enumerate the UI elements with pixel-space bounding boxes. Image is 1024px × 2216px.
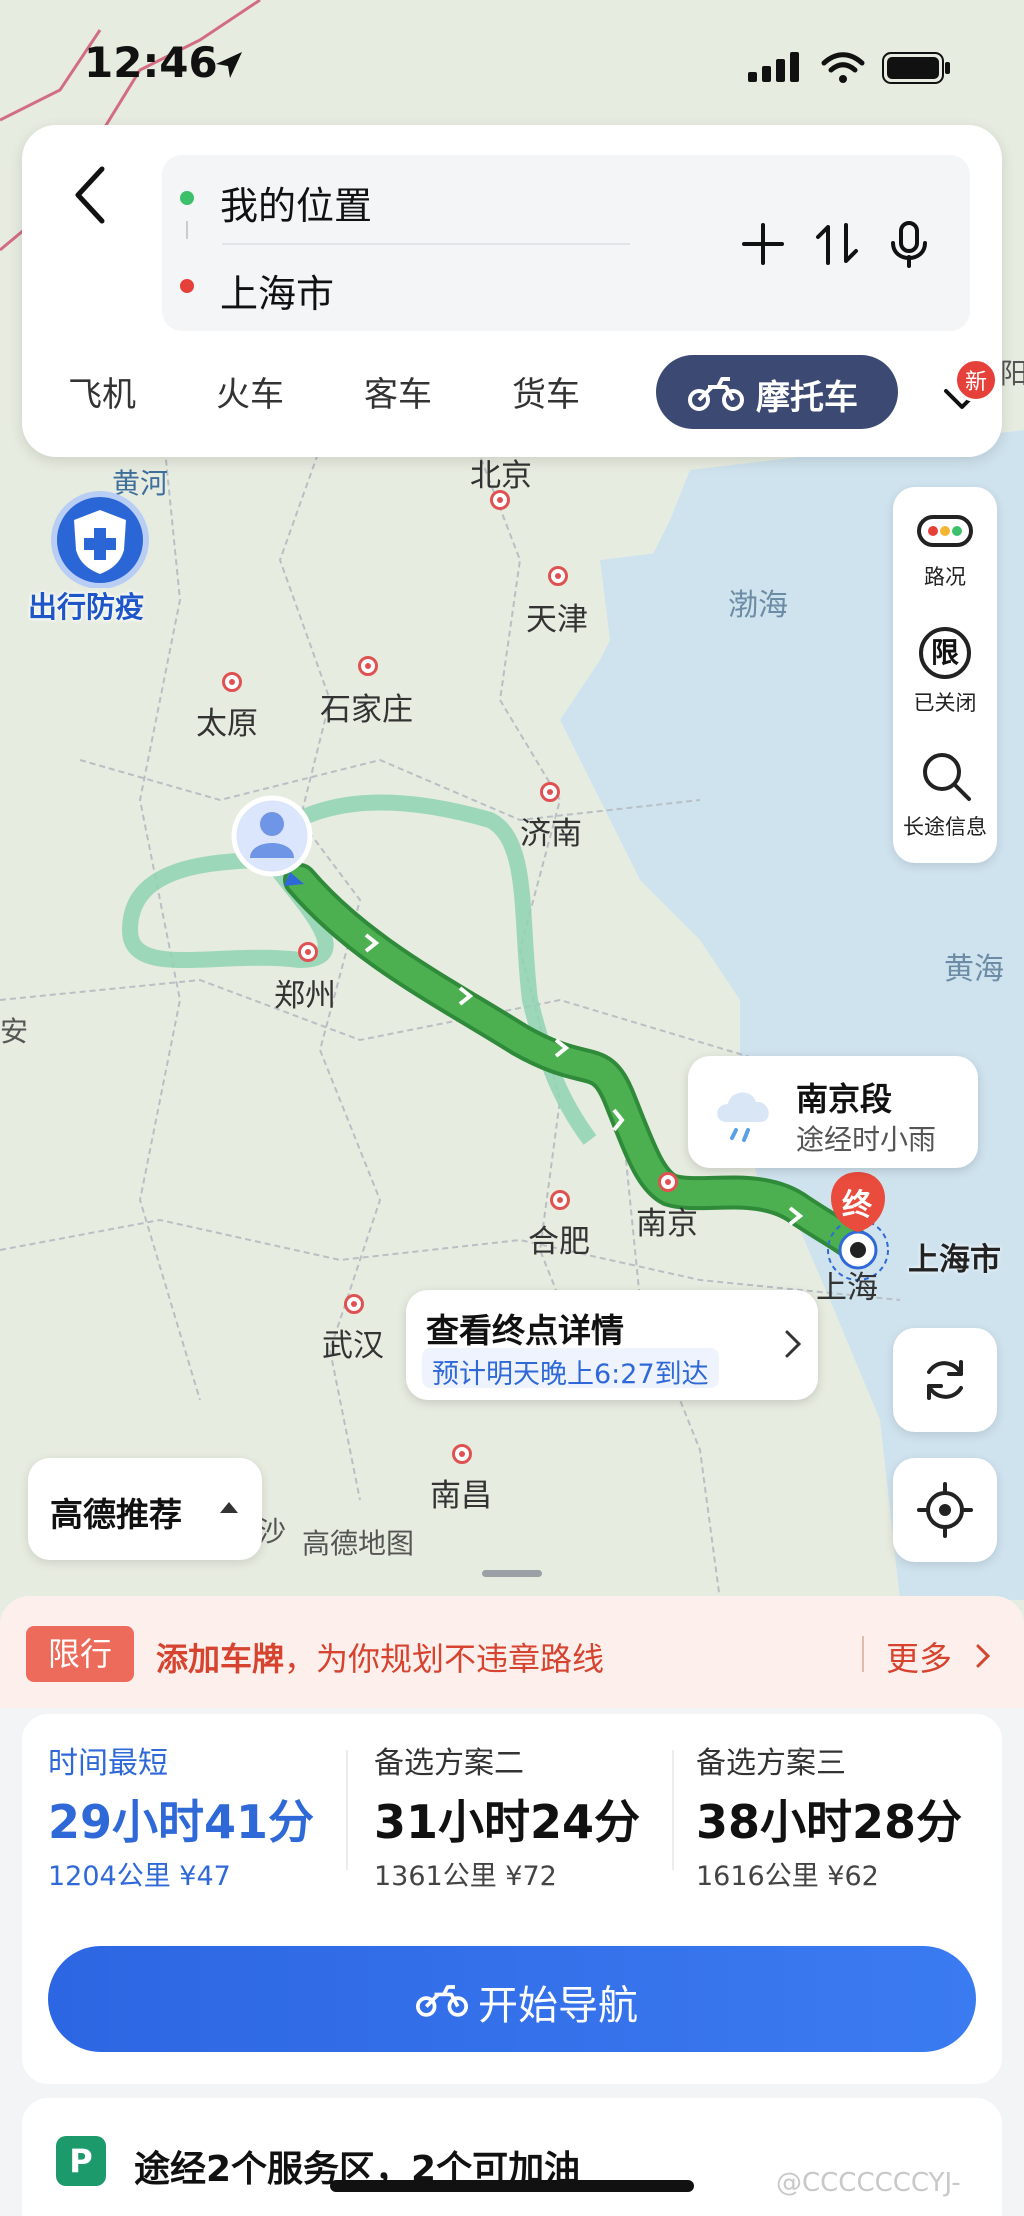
restriction-bar[interactable]: 限行 添加车牌，为你规划不违章路线 更多: [0, 1596, 1024, 1708]
label-bohai: 渤海: [728, 588, 788, 623]
weather-title: 南京段: [796, 1080, 893, 1118]
eta-label: 预计明天晚上6:27到达: [422, 1348, 719, 1390]
divider: [672, 1750, 674, 1870]
back-button[interactable]: [60, 159, 120, 229]
tab-train[interactable]: 火车: [216, 367, 284, 416]
route-plan-option-2[interactable]: 备选方案二 31小时24分 1361公里 ¥72: [374, 1738, 674, 1892]
status-time: 12:46: [84, 38, 218, 87]
shield-icon: [51, 491, 149, 589]
bottom-sheet: 限行 添加车牌，为你规划不违章路线 更多 时间最短 29小时41分 1204公里…: [0, 1596, 1024, 2216]
cellular-signal-icon: [748, 52, 799, 82]
battery-icon: [882, 52, 950, 84]
route-connector: [186, 221, 188, 239]
chevron-left-icon: [75, 166, 105, 224]
recommend-dropdown[interactable]: 高德推荐: [28, 1458, 262, 1560]
refresh-icon: [927, 1360, 963, 1400]
chevron-right-icon: [976, 1644, 991, 1668]
destination-field[interactable]: 上海市: [220, 263, 334, 318]
restriction-icon: 限: [919, 627, 971, 679]
home-indicator[interactable]: [330, 2180, 694, 2192]
route-separator: [222, 243, 630, 245]
tab-motorcycle[interactable]: 摩托车: [656, 355, 898, 429]
weather-subtitle: 途经时小雨: [796, 1123, 937, 1156]
weibo-watermark: @CCCCCCCYJ-: [776, 2168, 961, 2198]
label-yang: 阳: [1000, 357, 1024, 390]
destination-details-title: 查看终点详情: [426, 1311, 624, 1350]
crosshair-icon: [917, 1482, 973, 1538]
tab-truck[interactable]: 货车: [512, 367, 580, 416]
sheet-drag-handle[interactable]: [482, 1570, 542, 1577]
traffic-light-icon: [917, 515, 973, 547]
tab-bus[interactable]: 客车: [364, 367, 432, 416]
weather-card[interactable]: 南京段 途经时小雨: [688, 1056, 978, 1168]
origin-field[interactable]: 我的位置: [220, 175, 372, 230]
divider: [862, 1636, 864, 1672]
parking-icon: P: [56, 2136, 106, 2186]
swap-icon[interactable]: [812, 219, 862, 269]
more-link[interactable]: 更多: [886, 1632, 952, 1680]
amap-watermark: 高德地图: [302, 1527, 415, 1560]
motorcycle-icon: [688, 377, 744, 411]
route-plan-option-3[interactable]: 备选方案三 38小时28分 1616公里 ¥62: [696, 1738, 996, 1892]
location-arrow-icon: [216, 52, 242, 78]
new-badge: 新: [954, 358, 998, 402]
service-area-card[interactable]: P 途经2个服务区，2个可加油: [22, 2098, 1002, 2216]
epidemic-label[interactable]: 出行防疫: [28, 584, 144, 626]
route-plan-fastest[interactable]: 时间最短 29小时41分 1204公里 ¥47: [48, 1738, 348, 1892]
label-sha: 沙: [258, 1515, 287, 1548]
map-tools-panel: 路况 限 已关闭 长途信息: [893, 487, 997, 863]
traffic-button[interactable]: 路况: [893, 497, 997, 607]
rain-cloud-icon: [717, 1092, 769, 1142]
destination-map-label: 上海市: [908, 1242, 1001, 1278]
origin-dot: [180, 191, 194, 205]
restriction-tag: 限行: [26, 1626, 134, 1682]
divider: [346, 1750, 348, 1870]
locate-button[interactable]: [893, 1458, 997, 1562]
route-plans-card: 时间最短 29小时41分 1204公里 ¥47 备选方案二 31小时24分 13…: [22, 1714, 1002, 2084]
destination-details-card[interactable]: 查看终点详情 预计明天晚上6:27到达: [406, 1290, 818, 1400]
route-input-box: 我的位置 上海市: [162, 155, 970, 331]
end-marker-label: 终: [842, 1188, 872, 1223]
start-navigation-button[interactable]: 开始导航: [48, 1946, 976, 2052]
motorcycle-icon: [416, 1985, 468, 2017]
label-huanghai: 黄海: [944, 952, 1004, 987]
label-an: 安: [0, 1015, 29, 1048]
route-search-card: 我的位置 上海市 飞机 火车 客车 货车 摩托车: [22, 125, 1002, 457]
search-icon: [923, 753, 971, 801]
transport-tabs: 飞机 火车 客车 货车 摩托车: [42, 355, 982, 429]
destination-dot: [180, 279, 194, 293]
tab-plane[interactable]: 飞机: [68, 367, 136, 416]
microphone-icon[interactable]: [884, 219, 934, 269]
restriction-button[interactable]: 限 已关闭: [893, 617, 997, 727]
long-trip-info-button[interactable]: 长途信息: [893, 739, 997, 851]
add-waypoint-icon[interactable]: [738, 219, 788, 269]
status-bar: 12:46: [0, 0, 1024, 120]
refresh-route-button[interactable]: [893, 1328, 997, 1432]
wifi-icon: [821, 52, 865, 83]
caret-up-icon: [220, 1502, 238, 1513]
chevron-right-icon: [785, 1330, 802, 1358]
restriction-message: 添加车牌，为你规划不违章路线: [156, 1640, 605, 1678]
